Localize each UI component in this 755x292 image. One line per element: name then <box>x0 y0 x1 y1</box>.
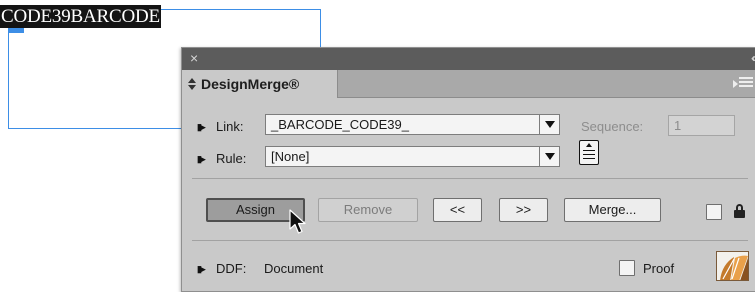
resize-updown-icon[interactable] <box>188 78 196 90</box>
panel-title: DesignMerge® <box>201 76 300 92</box>
rule-label: Rule: <box>216 151 247 166</box>
sequence-label: Sequence: <box>581 119 644 134</box>
link-field-toggle-icon[interactable]: ▮▸ <box>197 121 211 133</box>
designmerge-logo-icon[interactable] <box>716 251 749 281</box>
sequence-field[interactable]: 1 <box>668 115 735 136</box>
close-icon[interactable]: × <box>190 50 198 66</box>
designmerge-panel: × ‹‹ DesignMerge® ▮▸ Link: _BARCODE_CODE… <box>181 47 755 292</box>
collapse-panel-icon[interactable]: ‹‹ <box>751 51 755 65</box>
link-label: Link: <box>216 119 244 134</box>
merge-button[interactable]: Merge... <box>564 198 661 222</box>
proof-checkbox[interactable] <box>619 260 635 276</box>
chevron-down-icon[interactable] <box>539 147 559 166</box>
divider <box>192 178 748 179</box>
selected-barcode-text[interactable]: CODE39BARCODE <box>0 5 161 28</box>
ddf-value: Document <box>264 261 324 276</box>
rule-dropdown[interactable]: [None] <box>265 146 560 167</box>
next-record-button[interactable]: >> <box>499 198 548 222</box>
link-dropdown[interactable]: _BARCODE_CODE39_ <box>265 114 560 135</box>
previous-record-button[interactable]: << <box>433 198 482 222</box>
ddf-label: DDF: <box>216 261 247 276</box>
panel-menu-icon[interactable] <box>733 77 753 91</box>
proof-label: Proof <box>643 261 675 276</box>
rule-field-toggle-icon[interactable]: ▮▸ <box>197 153 211 165</box>
remove-button[interactable]: Remove <box>318 198 418 222</box>
ddf-field-toggle-icon[interactable]: ▮▸ <box>197 263 211 275</box>
chevron-down-icon[interactable] <box>539 115 559 134</box>
divider <box>192 240 748 241</box>
lock-checkbox[interactable] <box>706 204 722 220</box>
rule-dropdown-value: [None] <box>271 149 310 164</box>
panel-tab-strip: DesignMerge® <box>182 70 755 98</box>
tab-designmerge[interactable]: DesignMerge® <box>182 70 338 98</box>
link-dropdown-value: _BARCODE_CODE39_ <box>271 117 409 132</box>
panel-title-bar[interactable]: × ‹‹ <box>182 48 755 70</box>
lock-icon <box>734 204 745 218</box>
mouse-pointer-icon <box>289 209 306 234</box>
rule-editor-document-icon[interactable] <box>579 140 599 165</box>
text-frame-in-port[interactable] <box>8 28 24 33</box>
